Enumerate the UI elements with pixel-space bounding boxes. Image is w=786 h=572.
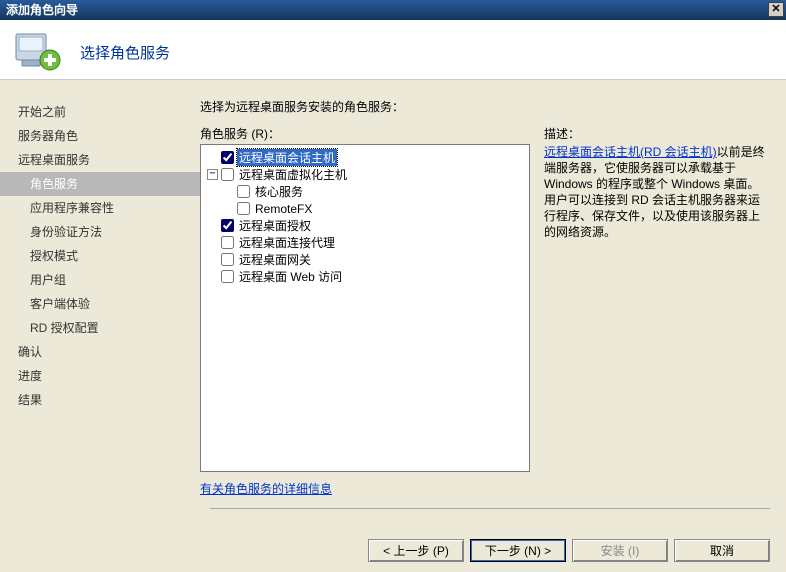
tree-row-1[interactable]: − 远程桌面虚拟化主机 (207, 166, 523, 183)
nav-item-8[interactable]: 客户端体验 (0, 292, 200, 316)
nav-item-1[interactable]: 服务器角色 (0, 124, 200, 148)
more-info-link[interactable]: 有关角色服务的详细信息 (200, 482, 332, 496)
tree-checkbox-7[interactable] (221, 270, 234, 283)
wizard-buttons: < 上一步 (P) 下一步 (N) > 安装 (I) 取消 (368, 539, 770, 562)
tree-label-5[interactable]: 远程桌面连接代理 (237, 234, 337, 251)
tree-checkbox-2[interactable] (237, 185, 250, 198)
description-label: 描述： (544, 125, 768, 142)
expander-icon[interactable]: − (207, 169, 218, 180)
description-link[interactable]: 远程桌面会话主机(RD 会话主机) (544, 145, 717, 159)
tree-checkbox-5[interactable] (221, 236, 234, 249)
tree-row-7[interactable]: 远程桌面 Web 访问 (207, 268, 523, 285)
prev-button[interactable]: < 上一步 (P) (368, 539, 464, 562)
nav-item-5[interactable]: 身份验证方法 (0, 220, 200, 244)
tree-label-7[interactable]: 远程桌面 Web 访问 (237, 268, 344, 285)
tree-row-5[interactable]: 远程桌面连接代理 (207, 234, 523, 251)
separator (210, 508, 770, 509)
nav-item-2[interactable]: 远程桌面服务 (0, 148, 200, 172)
nav-item-9[interactable]: RD 授权配置 (0, 316, 200, 340)
install-button[interactable]: 安装 (I) (572, 539, 668, 562)
nav-item-0[interactable]: 开始之前 (0, 100, 200, 124)
nav-item-11[interactable]: 进度 (0, 364, 200, 388)
nav-item-6[interactable]: 授权模式 (0, 244, 200, 268)
next-button[interactable]: 下一步 (N) > (470, 539, 566, 562)
window-title: 添加角色向导 (6, 3, 78, 17)
instruction-text: 选择为远程桌面服务安装的角色服务： (200, 98, 768, 115)
tree-label-4[interactable]: 远程桌面授权 (237, 217, 313, 234)
tree-row-6[interactable]: 远程桌面网关 (207, 251, 523, 268)
tree-checkbox-0[interactable] (221, 151, 234, 164)
tree-checkbox-3[interactable] (237, 202, 250, 215)
tree-label-6[interactable]: 远程桌面网关 (237, 251, 313, 268)
description-body: 以前是终端服务器，它使服务器可以承载基于 Windows 的程序或整个 Wind… (544, 145, 765, 239)
cancel-button[interactable]: 取消 (674, 539, 770, 562)
page-title: 选择角色服务 (80, 42, 170, 63)
tree-label-3[interactable]: RemoteFX (253, 202, 314, 216)
nav-item-4[interactable]: 应用程序兼容性 (0, 196, 200, 220)
tree-checkbox-4[interactable] (221, 219, 234, 232)
description-panel: 远程桌面会话主机(RD 会话主机)以前是终端服务器，它使服务器可以承载基于 Wi… (530, 144, 768, 472)
nav-item-7[interactable]: 用户组 (0, 268, 200, 292)
title-bar: 添加角色向导 ✕ (0, 0, 786, 20)
nav-item-10[interactable]: 确认 (0, 340, 200, 364)
wizard-header: 选择角色服务 (0, 20, 786, 80)
tree-checkbox-6[interactable] (221, 253, 234, 266)
nav-item-3[interactable]: 角色服务 (0, 172, 200, 196)
nav-item-12[interactable]: 结果 (0, 388, 200, 412)
services-label: 角色服务 (R)： (200, 125, 544, 142)
tree-row-3[interactable]: RemoteFX (207, 200, 523, 217)
tree-row-2[interactable]: 核心服务 (207, 183, 523, 200)
tree-checkbox-1[interactable] (221, 168, 234, 181)
role-services-tree[interactable]: 远程桌面会话主机−远程桌面虚拟化主机核心服务RemoteFX远程桌面授权远程桌面… (200, 144, 530, 472)
tree-label-2[interactable]: 核心服务 (253, 183, 305, 200)
close-button[interactable]: ✕ (768, 2, 784, 17)
tree-label-1[interactable]: 远程桌面虚拟化主机 (237, 166, 349, 183)
wizard-nav: 开始之前服务器角色远程桌面服务角色服务应用程序兼容性身份验证方法授权模式用户组客… (0, 80, 200, 520)
tree-label-0[interactable]: 远程桌面会话主机 (237, 149, 337, 166)
tree-row-0[interactable]: 远程桌面会话主机 (207, 149, 523, 166)
wizard-icon (14, 30, 62, 77)
tree-row-4[interactable]: 远程桌面授权 (207, 217, 523, 234)
